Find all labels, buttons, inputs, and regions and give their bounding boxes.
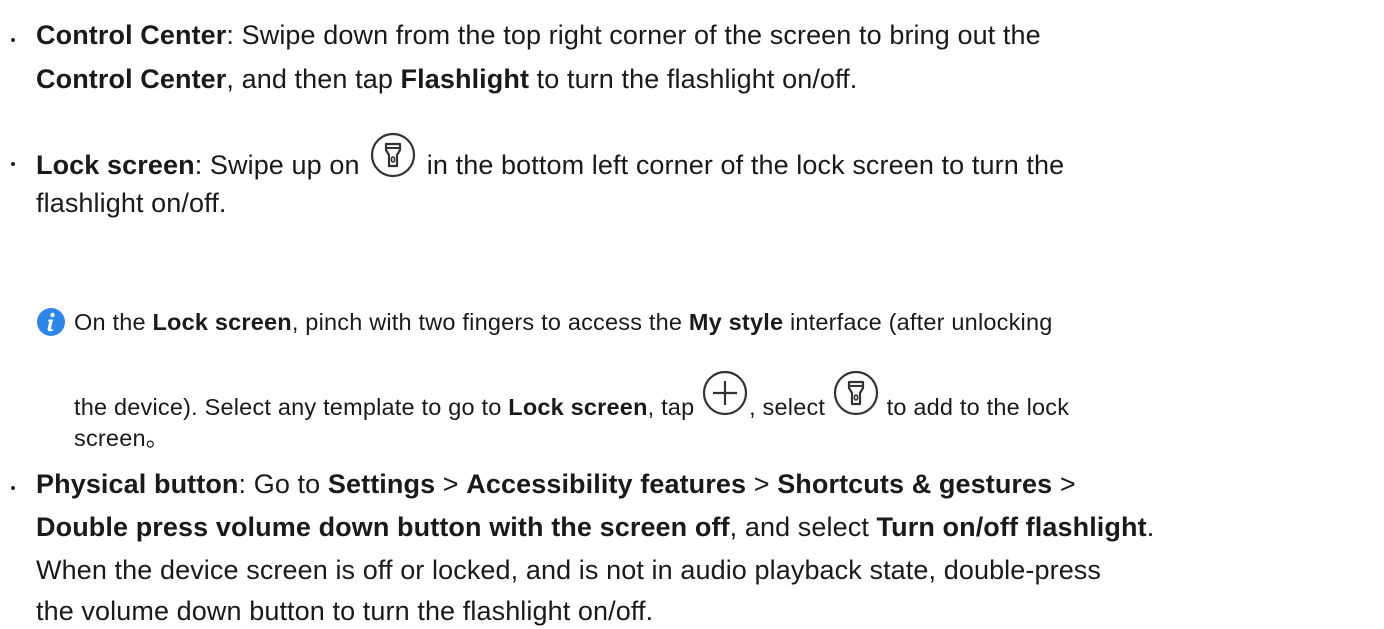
- bullet: [11, 162, 15, 166]
- physical-button-line-3: When the device screen is off or locked,…: [36, 555, 1102, 585]
- physical-button-line-2: Double press volume down button with the…: [36, 512, 1155, 542]
- lock-screen-line-2: flashlight on/off.: [36, 188, 227, 218]
- bullet: [11, 38, 15, 42]
- bullet: [11, 486, 15, 490]
- flashlight-icon: [832, 369, 880, 417]
- note-line-3: screen。: [74, 425, 170, 451]
- physical-button-line-1: Physical button: Go to Settings > Access…: [36, 469, 1076, 499]
- physical-button-line-4: the volume down button to turn the flash…: [36, 596, 654, 626]
- lock-screen-line-1: Lock screen: Swipe up on in the bottom l…: [36, 132, 1064, 191]
- control-center-line-2: Control Center, and then tap Flashlight …: [36, 64, 858, 94]
- control-center-line-1: Control Center: Swipe down from the top …: [36, 20, 1041, 50]
- note-line-1: On the Lock screen, pinch with two finge…: [74, 309, 1053, 335]
- note-line-2: the device). Select any template to go t…: [74, 370, 1069, 433]
- add-circle-icon: [701, 369, 749, 417]
- flashlight-icon: [369, 131, 417, 179]
- lock-screen-label: Lock screen: [36, 150, 195, 181]
- control-center-label: Control Center: [36, 20, 227, 50]
- physical-button-label: Physical button: [36, 469, 239, 499]
- info-icon: [36, 307, 66, 337]
- document-body: Control Center: Swipe down from the top …: [0, 0, 1384, 629]
